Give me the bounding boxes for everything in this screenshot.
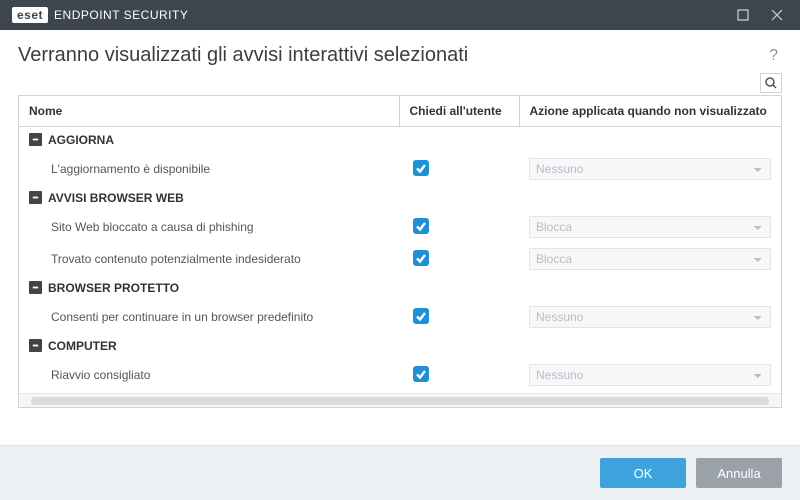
alerts-table: Nome Chiedi all'utente Azione applicata … xyxy=(19,96,781,393)
product-name: ENDPOINT SECURITY xyxy=(54,8,188,22)
collapse-icon[interactable] xyxy=(29,191,42,204)
action-cell: Nessuno xyxy=(519,359,781,391)
col-header-name[interactable]: Nome xyxy=(19,96,399,127)
group-header[interactable]: AGGIORNA xyxy=(19,127,781,153)
dialog-footer: OK Annulla xyxy=(0,445,800,500)
ask-cell xyxy=(399,153,519,185)
ask-cell xyxy=(399,243,519,275)
action-cell: Blocca xyxy=(519,243,781,275)
action-select[interactable]: Nessuno xyxy=(529,158,771,180)
ask-cell xyxy=(399,301,519,333)
col-header-ask[interactable]: Chiedi all'utente xyxy=(399,96,519,127)
collapse-icon[interactable] xyxy=(29,281,42,294)
alert-name: Sito Web bloccato a causa di phishing xyxy=(19,211,399,243)
table-row[interactable]: Consenti per continuare in un browser pr… xyxy=(19,301,781,333)
page-title: Verranno visualizzati gli avvisi interat… xyxy=(18,44,468,67)
alert-name: Trovato contenuto potenzialmente indesid… xyxy=(19,243,399,275)
group-label: COMPUTER xyxy=(48,339,117,353)
ask-cell xyxy=(399,359,519,391)
window-titlebar: eset ENDPOINT SECURITY xyxy=(0,0,800,30)
ask-checkbox[interactable] xyxy=(413,218,429,234)
ask-checkbox[interactable] xyxy=(413,366,429,382)
group-label: AVVISI BROWSER WEB xyxy=(48,191,184,205)
action-select[interactable]: Nessuno xyxy=(529,306,771,328)
alert-name: L'aggiornamento è disponibile xyxy=(19,153,399,185)
table-row[interactable]: L'aggiornamento è disponibile Nessuno xyxy=(19,153,781,185)
group-header[interactable]: COMPUTER xyxy=(19,333,781,359)
ask-checkbox[interactable] xyxy=(413,160,429,176)
table-row[interactable]: Sito Web bloccato a causa di phishing Blo… xyxy=(19,211,781,243)
alert-name: Riavvio consigliato xyxy=(19,359,399,391)
search-button[interactable] xyxy=(760,73,782,93)
horizontal-scrollbar-thumb[interactable] xyxy=(31,397,769,405)
col-header-action[interactable]: Azione applicata quando non visualizzato xyxy=(519,96,781,127)
horizontal-scrollbar[interactable] xyxy=(19,393,781,407)
ask-checkbox[interactable] xyxy=(413,250,429,266)
group-label: AGGIORNA xyxy=(48,133,114,147)
alerts-table-scroll[interactable]: Nome Chiedi all'utente Azione applicata … xyxy=(19,96,781,393)
action-cell: Nessuno xyxy=(519,153,781,185)
group-label: BROWSER PROTETTO xyxy=(48,281,179,295)
cancel-button[interactable]: Annulla xyxy=(696,458,782,488)
action-select[interactable]: Nessuno xyxy=(529,364,771,386)
group-header[interactable]: AVVISI BROWSER WEB xyxy=(19,185,781,211)
ask-checkbox[interactable] xyxy=(413,308,429,324)
page-header: Verranno visualizzati gli avvisi interat… xyxy=(0,30,800,73)
action-select[interactable]: Blocca xyxy=(529,216,771,238)
window-close-button[interactable] xyxy=(760,0,794,30)
group-header[interactable]: BROWSER PROTETTO xyxy=(19,275,781,301)
alert-name: Consenti per continuare in un browser pr… xyxy=(19,301,399,333)
action-cell: Nessuno xyxy=(519,301,781,333)
table-row[interactable]: Riavvio consigliato Nessuno xyxy=(19,359,781,391)
table-row[interactable]: Trovato contenuto potenzialmente indesid… xyxy=(19,243,781,275)
collapse-icon[interactable] xyxy=(29,133,42,146)
ok-button[interactable]: OK xyxy=(600,458,686,488)
collapse-icon[interactable] xyxy=(29,339,42,352)
action-cell: Blocca xyxy=(519,211,781,243)
brand-logo: eset xyxy=(12,7,48,23)
window-maximize-button[interactable] xyxy=(726,0,760,30)
ask-cell xyxy=(399,211,519,243)
action-select[interactable]: Blocca xyxy=(529,248,771,270)
help-icon[interactable]: ? xyxy=(765,45,782,67)
